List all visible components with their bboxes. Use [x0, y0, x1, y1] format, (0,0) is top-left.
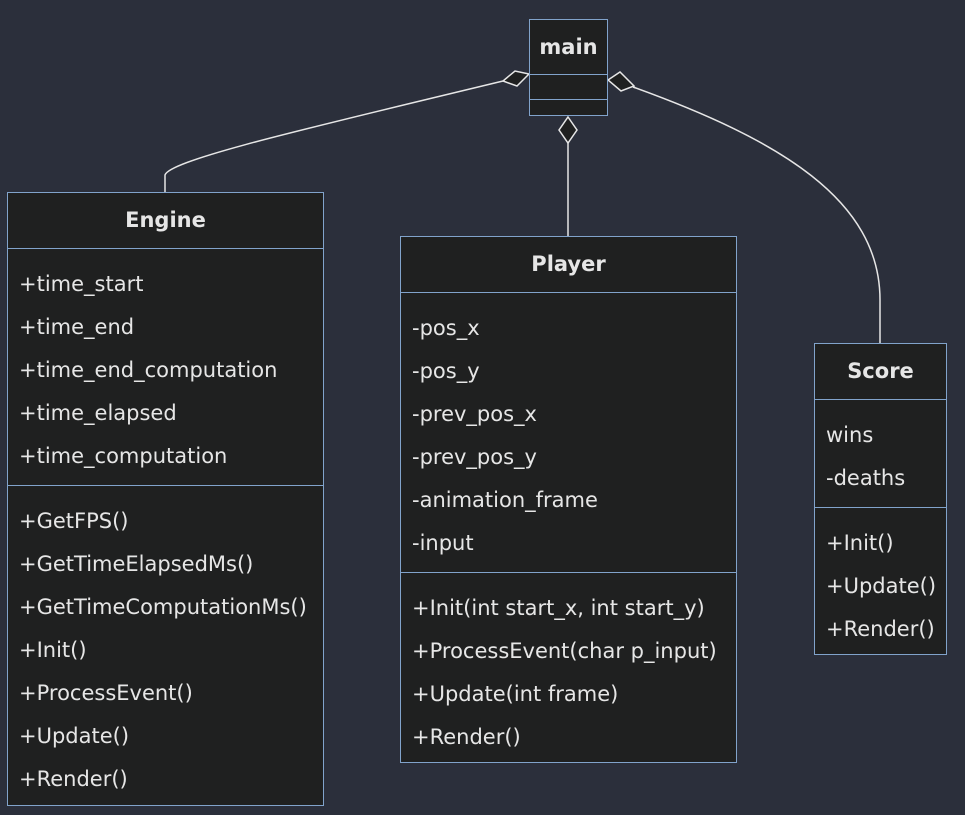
method: +Update(int frame): [412, 682, 619, 706]
class-main[interactable]: main: [529, 19, 608, 116]
edge-main-engine: [164, 80, 504, 192]
method: +ProcessEvent(): [19, 681, 193, 705]
attribute: +time_start: [19, 272, 144, 296]
attribute: +time_end_computation: [19, 358, 278, 382]
class-score[interactable]: Score wins -deaths +Init() +Update() +Re…: [814, 343, 947, 655]
class-engine-methods: +GetFPS() +GetTimeElapsedMs() +GetTimeCo…: [8, 486, 323, 808]
attribute: -deaths: [826, 466, 906, 490]
attribute: +time_computation: [19, 444, 228, 468]
class-main-attributes: [530, 75, 607, 100]
attribute: -pos_x: [412, 316, 480, 340]
method: +ProcessEvent(char p_input): [412, 639, 717, 663]
class-main-methods: [530, 100, 607, 116]
attribute: -pos_y: [412, 359, 480, 383]
attribute: -input: [412, 531, 474, 555]
aggregation-diamond-engine: [501, 70, 531, 87]
aggregation-diamond-player: [558, 115, 578, 145]
class-main-title: main: [530, 20, 607, 75]
class-player-attributes: -pos_x -pos_y -prev_pos_x -prev_pos_y -a…: [401, 293, 736, 573]
class-player-methods: +Init(int start_x, int start_y) +Process…: [401, 573, 736, 766]
method: +Update(): [19, 724, 130, 748]
method: +Render(): [826, 617, 935, 641]
method: +Init(): [19, 638, 87, 662]
class-player-title: Player: [401, 237, 736, 293]
method: +GetFPS(): [19, 509, 129, 533]
class-score-title: Score: [815, 344, 946, 400]
method: +Render(): [412, 725, 521, 749]
method: +Init(int start_x, int start_y): [412, 596, 705, 620]
class-score-methods: +Init() +Update() +Render(): [815, 508, 946, 658]
class-player[interactable]: Player -pos_x -pos_y -prev_pos_x -prev_p…: [400, 236, 737, 763]
attribute: -prev_pos_y: [412, 445, 537, 469]
method: +Update(): [826, 574, 937, 598]
class-diagram: main Engine +time_start +time_end +time_…: [0, 0, 965, 815]
class-engine[interactable]: Engine +time_start +time_end +time_end_c…: [7, 192, 324, 806]
method: +GetTimeElapsedMs(): [19, 552, 254, 576]
class-engine-attributes: +time_start +time_end +time_end_computat…: [8, 249, 323, 486]
attribute: wins: [826, 423, 874, 447]
attribute: -animation_frame: [412, 488, 598, 512]
class-score-attributes: wins -deaths: [815, 400, 946, 508]
method: +GetTimeComputationMs(): [19, 595, 307, 619]
class-engine-title: Engine: [8, 193, 323, 249]
method: +Render(): [19, 767, 128, 791]
aggregation-diamond-score: [606, 71, 636, 92]
attribute: +time_end: [19, 315, 135, 339]
attribute: -prev_pos_x: [412, 402, 537, 426]
attribute: +time_elapsed: [19, 401, 177, 425]
method: +Init(): [826, 531, 894, 555]
